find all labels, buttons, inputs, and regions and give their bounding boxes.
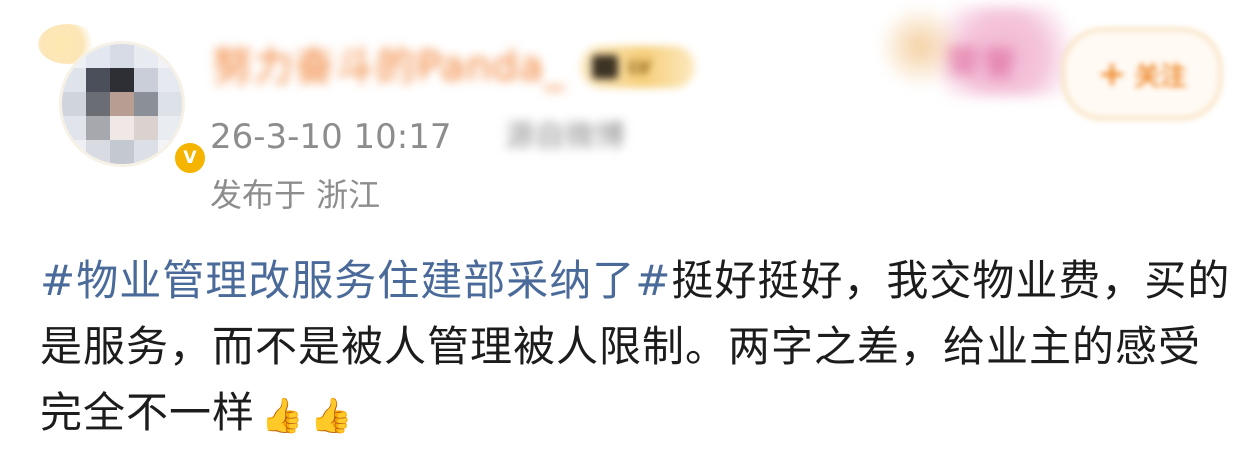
post-timestamp: 26-3-10 10:17 xyxy=(210,117,452,157)
level-badge-label: LV xyxy=(628,57,651,78)
follow-button-label: 关注 xyxy=(1134,61,1187,92)
verified-badge-icon: V xyxy=(172,140,208,176)
thumbs-up-icon: 👍 xyxy=(310,395,354,436)
avatar-image-pixelated xyxy=(62,44,182,164)
hashtag-link[interactable]: #物业管理改服务住建部采纳了# xyxy=(40,256,671,305)
avatar-container[interactable]: V xyxy=(38,18,208,176)
follow-button[interactable]: + 关注 xyxy=(1062,28,1222,120)
thumbs-up-icon: 👍 xyxy=(261,395,305,436)
crown-icon xyxy=(592,55,618,79)
plus-icon: + xyxy=(1097,54,1127,94)
header-decoration-badge: 荣誉 xyxy=(880,6,1080,96)
decoration-text: 荣誉 xyxy=(946,44,1018,84)
avatar[interactable] xyxy=(62,44,182,164)
username[interactable]: 努力奋斗的Panda_ xyxy=(212,40,565,94)
member-level-badge[interactable]: LV xyxy=(580,46,695,88)
post-location: 发布于 浙江 xyxy=(210,176,381,214)
post-source[interactable]: 源自微博 xyxy=(505,114,625,160)
post-text: #物业管理改服务住建部采纳了#挺好挺好，我交物业费，买的是服务，而不是被人管理被… xyxy=(40,248,1240,449)
